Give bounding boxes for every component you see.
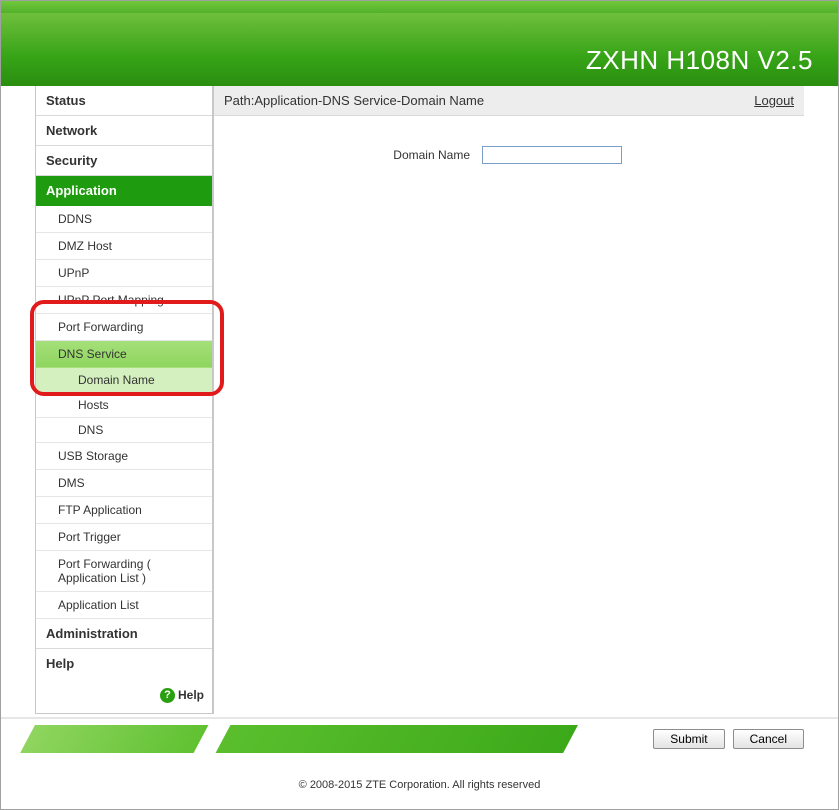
domain-name-label: Domain Name [254, 148, 474, 162]
page-header: ZXHN H108N V2.5 [1, 1, 838, 86]
body-row: Status Network Security Application DDNS… [1, 86, 838, 714]
copyright-text: © 2008-2015 ZTE Corporation. All rights … [1, 779, 838, 791]
nav-administration[interactable]: Administration [36, 619, 212, 649]
nav-sub-upnp-port-mapping[interactable]: UPnP Port Mapping [36, 287, 212, 314]
sidebar: Status Network Security Application DDNS… [35, 86, 213, 714]
help-link[interactable]: ?Help [36, 678, 212, 707]
button-area: Submit Cancel [653, 729, 804, 749]
nav-sub-usb-storage[interactable]: USB Storage [36, 443, 212, 470]
content-area: Domain Name [214, 116, 804, 194]
breadcrumb-text: Path:Application-DNS Service-Domain Name [224, 93, 484, 108]
nav-sub-upnp[interactable]: UPnP [36, 260, 212, 287]
nav-sub-port-trigger[interactable]: Port Trigger [36, 524, 212, 551]
domain-name-input[interactable] [482, 146, 622, 164]
nav-network[interactable]: Network [36, 116, 212, 146]
nav-subsub-domain-name[interactable]: Domain Name [36, 368, 212, 393]
domain-name-row: Domain Name [254, 146, 764, 164]
logout-link[interactable]: Logout [754, 93, 794, 108]
nav-sub-port-fwd-app-list[interactable]: Port Forwarding ( Application List ) [36, 551, 212, 592]
help-icon: ? [160, 688, 175, 703]
nav-application[interactable]: Application [36, 176, 212, 206]
cancel-button[interactable]: Cancel [733, 729, 804, 749]
nav-sub-ftp-application[interactable]: FTP Application [36, 497, 212, 524]
nav-sub-port-forwarding[interactable]: Port Forwarding [36, 314, 212, 341]
nav-sub-dns-service[interactable]: DNS Service [36, 341, 212, 368]
nav-sub-dms[interactable]: DMS [36, 470, 212, 497]
nav-help[interactable]: Help [36, 649, 212, 678]
submit-button[interactable]: Submit [653, 729, 724, 749]
nav-sub-application-list[interactable]: Application List [36, 592, 212, 619]
nav-sub-dmz-host[interactable]: DMZ Host [36, 233, 212, 260]
nav-subsub-hosts[interactable]: Hosts [36, 393, 212, 418]
help-label: Help [178, 688, 204, 702]
device-title: ZXHN H108N V2.5 [586, 45, 813, 76]
main-pane: Path:Application-DNS Service-Domain Name… [213, 86, 804, 714]
breadcrumb-bar: Path:Application-DNS Service-Domain Name… [214, 86, 804, 116]
nav-sub-ddns[interactable]: DDNS [36, 206, 212, 233]
app-window: ZXHN H108N V2.5 Status Network Security … [0, 0, 839, 810]
nav-subsub-dns[interactable]: DNS [36, 418, 212, 443]
nav-security[interactable]: Security [36, 146, 212, 176]
footer-bar: Submit Cancel [1, 717, 838, 759]
header-stripe [1, 1, 838, 13]
nav-status[interactable]: Status [36, 86, 212, 116]
